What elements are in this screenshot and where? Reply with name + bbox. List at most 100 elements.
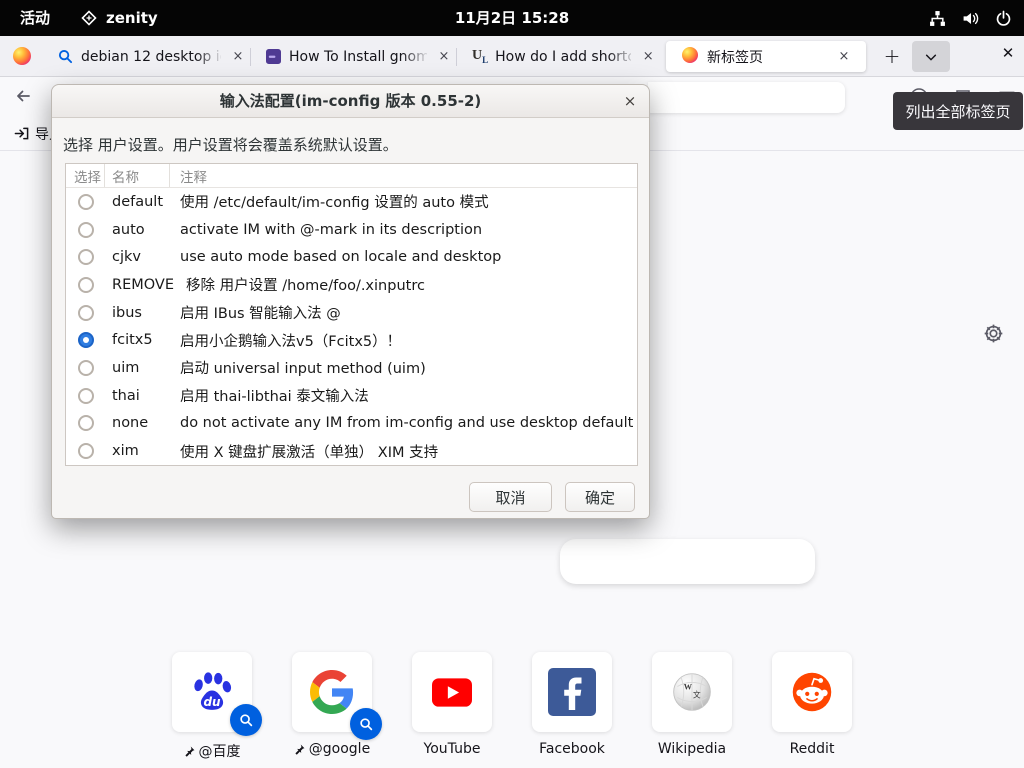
- row-comment: 使用 X 键盘扩展激活（单独） XIM 支持: [180, 441, 438, 462]
- ok-button[interactable]: 确定: [565, 482, 635, 512]
- im-config-dialog: 输入法配置(im-config 版本 0.55-2) × 选择 用户设置。用户设…: [51, 84, 650, 519]
- svg-text:文: 文: [693, 690, 701, 700]
- shortcut-google[interactable]: [292, 652, 372, 732]
- shortcut-label-text: @google: [309, 741, 370, 757]
- shortcut-reddit[interactable]: [772, 652, 852, 732]
- tab-debian-search[interactable]: debian 12 desktop icons ×: [44, 41, 248, 72]
- dialog-title: 输入法配置(im-config 版本 0.55-2): [52, 85, 649, 118]
- radio-button[interactable]: [78, 443, 94, 459]
- shortcut-label-text: Wikipedia: [658, 741, 726, 757]
- shortcut-baidu[interactable]: du: [172, 652, 252, 732]
- radio-button[interactable]: [78, 222, 94, 238]
- row-comment: use auto mode based on locale and deskto…: [180, 249, 501, 265]
- radio-button[interactable]: [78, 415, 94, 431]
- pin-icon: [184, 746, 195, 757]
- new-tab-button[interactable]: +: [879, 44, 905, 68]
- row-name: ibus: [112, 305, 168, 321]
- list-all-tabs-tooltip: 列出全部标签页: [893, 92, 1023, 130]
- personalize-gear-icon[interactable]: [983, 323, 1004, 344]
- row-comment: 启用 IBus 智能输入法 @: [180, 302, 341, 323]
- cancel-button[interactable]: 取消: [469, 482, 552, 512]
- pin-icon: [294, 744, 305, 755]
- radio-button[interactable]: [78, 194, 94, 210]
- table-row[interactable]: ibus 启用 IBus 智能输入法 @: [66, 299, 637, 327]
- firefox-tab-bar: debian 12 desktop icons × How To Install…: [0, 36, 1024, 77]
- table-body: default 使用 /etc/default/im-config 设置的 au…: [66, 188, 637, 465]
- row-name: cjkv: [112, 249, 168, 265]
- row-comment: 启用 thai-libthai 泰文输入法: [180, 385, 369, 406]
- tab-how-to-install[interactable]: How To Install gnome- ×: [254, 41, 454, 72]
- firefox-logo-icon[interactable]: [13, 47, 31, 69]
- site-favicon: [266, 49, 281, 64]
- column-header-select[interactable]: 选择: [66, 164, 105, 187]
- search-engine-badge-icon: [350, 708, 382, 740]
- tab-separator: [456, 48, 457, 66]
- system-status-area[interactable]: [929, 0, 1012, 36]
- tab-new-tab-active[interactable]: 新标签页 ×: [666, 41, 866, 72]
- shortcut-label-facebook: Facebook: [502, 741, 642, 757]
- shortcut-facebook[interactable]: [532, 652, 612, 732]
- radio-button[interactable]: [78, 305, 94, 321]
- tab-close-icon[interactable]: ×: [835, 49, 853, 64]
- row-comment: 启动 universal input method (uim): [180, 357, 426, 378]
- table-row[interactable]: auto activate IM with @-mark in its desc…: [66, 216, 637, 244]
- shortcut-label-text: @百度: [199, 741, 241, 761]
- shortcut-label-text: Reddit: [790, 741, 835, 757]
- table-row[interactable]: cjkv use auto mode based on locale and d…: [66, 243, 637, 271]
- table-row[interactable]: fcitx5 启用小企鹅输入法v5（Fcitx5）！: [66, 326, 637, 354]
- row-name: none: [112, 415, 168, 431]
- column-header-comment[interactable]: 注释: [170, 164, 637, 187]
- import-icon: [14, 126, 29, 141]
- table-row[interactable]: default 使用 /etc/default/im-config 设置的 au…: [66, 188, 637, 216]
- wikipedia-icon: W文: [670, 670, 714, 714]
- dialog-close-icon[interactable]: ×: [621, 85, 639, 118]
- dialog-title-bar[interactable]: 输入法配置(im-config 版本 0.55-2) ×: [52, 85, 649, 118]
- im-options-table: 选择 名称 注释 default 使用 /etc/default/im-conf…: [65, 163, 638, 466]
- list-all-tabs-button[interactable]: [912, 41, 950, 72]
- table-row[interactable]: thai 启用 thai-libthai 泰文输入法: [66, 382, 637, 410]
- back-arrow-icon[interactable]: [14, 87, 32, 105]
- address-bar[interactable]: [648, 82, 845, 113]
- row-name: REMOVE: [112, 277, 174, 293]
- table-row[interactable]: xim 使用 X 键盘扩展激活（单独） XIM 支持: [66, 437, 637, 465]
- radio-button[interactable]: [78, 360, 94, 376]
- table-row[interactable]: uim 启动 universal input method (uim): [66, 354, 637, 382]
- radio-button[interactable]: [78, 388, 94, 404]
- row-name: uim: [112, 360, 168, 376]
- tab-add-shortcuts[interactable]: UL How do I add shortcuts ×: [460, 41, 660, 72]
- table-row[interactable]: none do not activate any IM from im-conf…: [66, 410, 637, 438]
- row-name: xim: [112, 443, 168, 459]
- table-row[interactable]: REMOVE 移除 用户设置 /home/foo/.xinputrc: [66, 271, 637, 299]
- search-engine-badge-icon: [230, 704, 262, 736]
- row-comment: activate IM with @-mark in its descripti…: [180, 222, 482, 238]
- reddit-icon: [790, 670, 834, 714]
- radio-button[interactable]: [78, 332, 94, 348]
- radio-button[interactable]: [78, 249, 94, 265]
- shortcut-label-wikipedia: Wikipedia: [622, 741, 762, 757]
- tab-title-fade: [196, 41, 224, 72]
- row-comment: 启用小企鹅输入法v5（Fcitx5）！: [180, 330, 401, 351]
- shortcut-youtube[interactable]: [412, 652, 492, 732]
- baidu-icon: du: [189, 669, 235, 715]
- power-icon: [995, 10, 1012, 27]
- tab-close-icon[interactable]: ×: [639, 49, 657, 64]
- row-comment: do not activate any IM from im-config an…: [180, 415, 633, 431]
- tab-title-fade: [608, 41, 636, 72]
- radio-button[interactable]: [78, 277, 94, 293]
- clock[interactable]: 11月2日 15:28: [0, 0, 1024, 36]
- gnome-top-bar: 活动 zenity 11月2日 15:28: [0, 0, 1024, 36]
- shortcut-label-google: @google: [262, 741, 402, 757]
- web-search-input[interactable]: [560, 539, 815, 584]
- tab-close-icon[interactable]: ×: [229, 49, 247, 64]
- tab-close-icon[interactable]: ×: [435, 49, 453, 64]
- column-header-name[interactable]: 名称: [105, 164, 170, 187]
- tab-title: 新标签页: [707, 47, 827, 67]
- shortcut-wikipedia[interactable]: W文: [652, 652, 732, 732]
- window-close-icon[interactable]: ✕: [996, 44, 1020, 62]
- shortcut-label-reddit: Reddit: [742, 741, 882, 757]
- google-icon: [310, 670, 354, 714]
- firefox-favicon: [682, 47, 698, 67]
- svg-text:du: du: [203, 695, 221, 709]
- youtube-icon: [432, 678, 472, 707]
- row-name: default: [112, 194, 168, 210]
